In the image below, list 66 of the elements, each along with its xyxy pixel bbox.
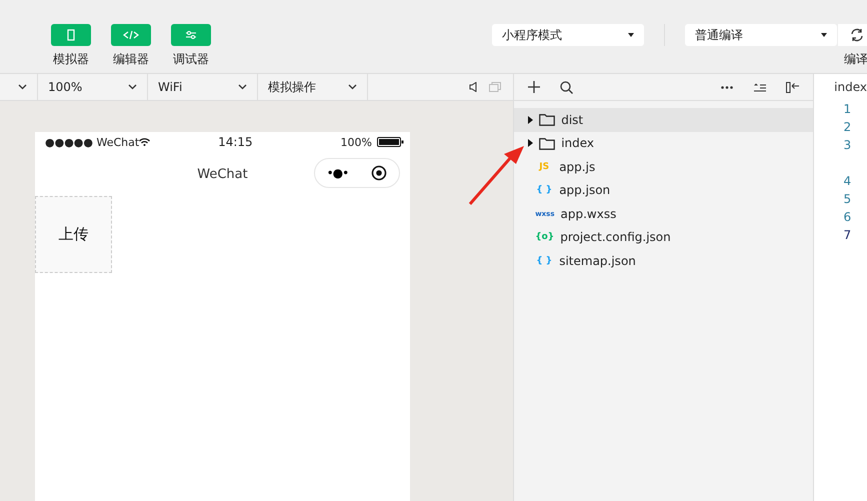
file-type-icon: JS <box>535 162 554 172</box>
line-number: 4 <box>842 173 852 190</box>
nav-title: WeChat <box>197 166 248 182</box>
simulator-select[interactable]: WiFi <box>148 74 258 100</box>
folder-icon <box>539 113 556 126</box>
carrier-label: ●●●●● WeChat <box>45 136 140 148</box>
compile-select[interactable]: 普通编译 <box>685 24 837 46</box>
line-number: 7 <box>842 227 852 244</box>
file-tree-item[interactable]: dist <box>514 108 814 132</box>
file-name: index <box>561 136 594 150</box>
phone-icon <box>67 29 75 41</box>
chevron-down-icon <box>128 84 137 90</box>
panel-toggle-icon[interactable] <box>786 82 800 92</box>
file-tree-item[interactable]: {o} project.config.json <box>514 226 814 249</box>
file-name: app.json <box>559 183 610 198</box>
file-tree-item[interactable]: JS app.js <box>514 155 814 178</box>
toolbar-button[interactable] <box>171 24 211 46</box>
arrow-drawing <box>468 146 526 206</box>
refresh-button[interactable] <box>837 24 867 46</box>
clock-time: 14:15 <box>218 135 253 149</box>
code-icon <box>123 30 139 40</box>
file-name: app.wxss <box>560 206 616 221</box>
more-icon[interactable] <box>721 86 734 88</box>
refresh-icon <box>850 28 864 42</box>
file-tree-item[interactable]: { } sitemap.json <box>514 249 814 272</box>
toolbar-label: 调试器 <box>173 51 209 68</box>
plus-icon[interactable] <box>528 81 540 93</box>
sliders-icon <box>185 30 197 40</box>
battery-icon <box>377 137 404 147</box>
target-icon[interactable] <box>371 165 388 181</box>
folder-icon <box>539 136 556 150</box>
caret-right-icon[interactable] <box>527 139 534 148</box>
editor-tab[interactable]: index <box>814 74 867 100</box>
line-number: 5 <box>842 191 852 208</box>
chevron-down-icon <box>18 84 27 90</box>
file-tree-item[interactable]: { } app.json <box>514 178 814 202</box>
file-name: dist <box>561 112 584 127</box>
chevron-down-icon <box>348 84 357 90</box>
toolbar-button[interactable] <box>111 24 151 46</box>
file-name: sitemap.json <box>559 254 636 268</box>
mode-select[interactable]: 小程序模式 <box>492 24 644 46</box>
toolbar-button[interactable] <box>51 24 91 46</box>
wifi-icon <box>139 138 150 146</box>
file-type-icon: { } <box>535 256 554 266</box>
more-dots[interactable]: •●• <box>326 166 348 180</box>
file-name: app.js <box>559 160 596 174</box>
file-name: project.config.json <box>560 230 671 244</box>
search-icon[interactable] <box>560 80 574 94</box>
simulator-select[interactable]: 100% <box>38 74 148 100</box>
file-type-icon: { } <box>535 185 554 196</box>
toolbar-label: 模拟器 <box>53 51 89 68</box>
upload-button[interactable]: 上传 <box>35 196 112 273</box>
caret-right-icon[interactable] <box>527 116 534 124</box>
collapse-icon[interactable] <box>753 82 766 92</box>
chevron-down-icon <box>238 84 247 90</box>
line-number: 6 <box>842 209 852 226</box>
simulator-select[interactable]: 模拟操作 <box>258 74 368 100</box>
line-number: 3 <box>842 137 852 154</box>
speaker-icon[interactable] <box>469 82 478 92</box>
battery-percent: 100% <box>340 136 372 148</box>
toolbar-label: 编辑器 <box>113 51 149 68</box>
capsule-menu[interactable]: •●• <box>314 158 400 188</box>
line-number: 2 <box>842 119 852 136</box>
file-tree-item[interactable]: index <box>514 132 814 155</box>
file-type-icon: {o} <box>535 232 554 242</box>
line-number: 1 <box>842 101 852 118</box>
